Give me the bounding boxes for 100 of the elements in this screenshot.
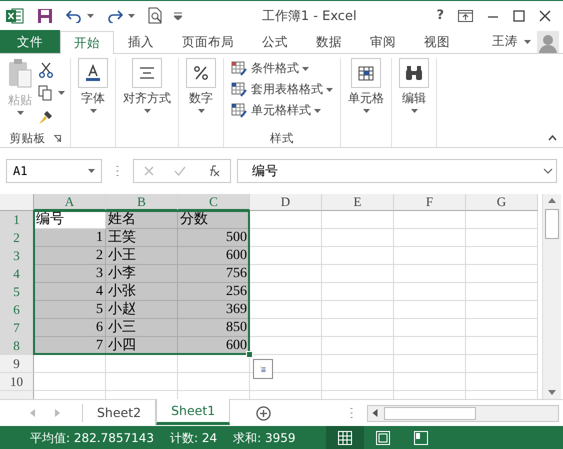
column-header[interactable]: B (106, 194, 178, 211)
column-header[interactable]: A (34, 194, 106, 211)
table-cell: 小三 (106, 319, 178, 337)
format-painter-icon[interactable] (38, 109, 54, 126)
ribbon-tab[interactable]: 视图 (410, 31, 464, 53)
caret-icon (90, 109, 96, 113)
table-cell: 369 (178, 301, 250, 319)
vertical-scrollbar[interactable] (542, 194, 561, 399)
caret-icon (16, 111, 24, 115)
add-sheet-icon[interactable] (256, 406, 272, 420)
avatar-icon[interactable] (537, 30, 559, 52)
table-cell: 小张 (106, 283, 178, 301)
row-header[interactable]: 1 (0, 211, 34, 229)
user-name[interactable]: 王涛 (492, 33, 518, 50)
fill-handle[interactable] (246, 351, 253, 358)
caret-icon (128, 14, 135, 18)
page-layout-icon (376, 431, 390, 445)
style-menu-button[interactable]: 套用表格格式 (229, 79, 335, 100)
name-box[interactable]: A1 (6, 159, 102, 183)
ribbon-tab[interactable]: 公式 (248, 31, 302, 53)
help-button[interactable]: ? (436, 8, 444, 23)
quick-analysis-button[interactable] (253, 359, 273, 379)
scroll-thumb[interactable] (545, 209, 559, 239)
cut-icon[interactable] (38, 62, 54, 78)
caret-icon (58, 91, 65, 96)
copy-icon[interactable] (38, 85, 53, 102)
ribbon-tab[interactable]: 开始 (60, 31, 114, 54)
normal-view-button[interactable] (326, 426, 364, 449)
file-tab[interactable]: 文件 (0, 30, 60, 53)
customize-toolbar-icon[interactable] (174, 12, 182, 20)
table-cell (394, 373, 466, 391)
formula-field[interactable]: 编号 (237, 159, 557, 183)
style-menu-button[interactable]: 条件格式 (229, 58, 335, 79)
ribbon-button[interactable]: 单元格 (346, 58, 386, 113)
excel-logo-icon (6, 8, 24, 24)
undo-icon[interactable] (66, 8, 82, 22)
ribbon-button[interactable]: 字体 (76, 58, 110, 113)
caret-icon (198, 109, 204, 113)
close-icon[interactable] (539, 10, 551, 22)
scroll-down-icon[interactable] (548, 390, 556, 395)
table-cell (466, 337, 538, 355)
table-icon (357, 64, 375, 82)
row-header[interactable]: 6 (0, 301, 34, 319)
percent-icon (193, 65, 209, 81)
table-cell (250, 283, 322, 301)
save-icon[interactable] (37, 8, 53, 24)
table-cell (466, 355, 538, 373)
table-cell: 500 (178, 229, 250, 247)
row-header[interactable]: 7 (0, 319, 34, 337)
table-cell (466, 247, 538, 265)
table-cell (322, 319, 394, 337)
table-cell: 850 (178, 319, 250, 337)
check-icon[interactable] (174, 166, 186, 176)
print-preview-icon[interactable] (148, 7, 163, 24)
style-menu-button[interactable]: 单元格样式 (229, 100, 335, 121)
table-cell (322, 337, 394, 355)
table-cell (322, 211, 394, 229)
table-cell (322, 265, 394, 283)
clipboard-icon (7, 58, 33, 90)
row-header[interactable]: 2 (0, 229, 34, 247)
cell-style-icon (231, 103, 248, 118)
table-cell (466, 211, 538, 229)
row-header[interactable]: 5 (0, 283, 34, 301)
align-center-icon (138, 67, 156, 79)
row-header[interactable]: 8 (0, 337, 34, 355)
column-header[interactable]: G (466, 194, 538, 211)
table-cell (250, 265, 322, 283)
ribbon-button[interactable]: 对齐方式 (121, 58, 173, 113)
status-stat: 平均值: 282.7857143 (30, 430, 154, 446)
ribbon-tab[interactable]: 插入 (114, 31, 168, 53)
dialog-launcher-icon[interactable] (54, 134, 60, 142)
column-header[interactable]: D (250, 194, 322, 211)
table-cell: 5 (34, 301, 106, 319)
row-header[interactable]: 9 (0, 355, 34, 373)
row-header[interactable]: 3 (0, 247, 34, 265)
scroll-left-icon[interactable] (371, 409, 379, 417)
ribbon-tab[interactable]: 审阅 (356, 31, 410, 53)
ribbon-display-icon[interactable] (458, 10, 473, 22)
redo-icon[interactable] (107, 8, 123, 22)
collapse-ribbon-icon[interactable] (548, 135, 557, 141)
row-header[interactable]: 10 (0, 373, 34, 391)
sheet-tab[interactable]: Sheet1 (156, 399, 230, 425)
row-header[interactable]: 4 (0, 265, 34, 283)
table-cell (322, 283, 394, 301)
maximize-icon[interactable] (513, 10, 525, 22)
table-format-icon (231, 82, 248, 97)
ribbon-button[interactable]: 编辑 (397, 58, 431, 113)
table-cell (394, 301, 466, 319)
column-header[interactable]: E (322, 194, 394, 211)
horizontal-scrollbar[interactable] (367, 404, 559, 422)
table-cell (106, 373, 178, 391)
ribbon-tab[interactable]: 数据 (302, 31, 356, 53)
column-header[interactable]: F (394, 194, 466, 211)
ribbon-tab[interactable]: 页面布局 (168, 31, 248, 53)
column-header[interactable]: C (178, 194, 250, 211)
ribbon-button[interactable]: 数字 (184, 58, 218, 113)
scroll-up-icon[interactable] (548, 198, 556, 203)
table-cell (178, 373, 250, 391)
table-cell (394, 355, 466, 373)
caret-icon (88, 169, 95, 173)
